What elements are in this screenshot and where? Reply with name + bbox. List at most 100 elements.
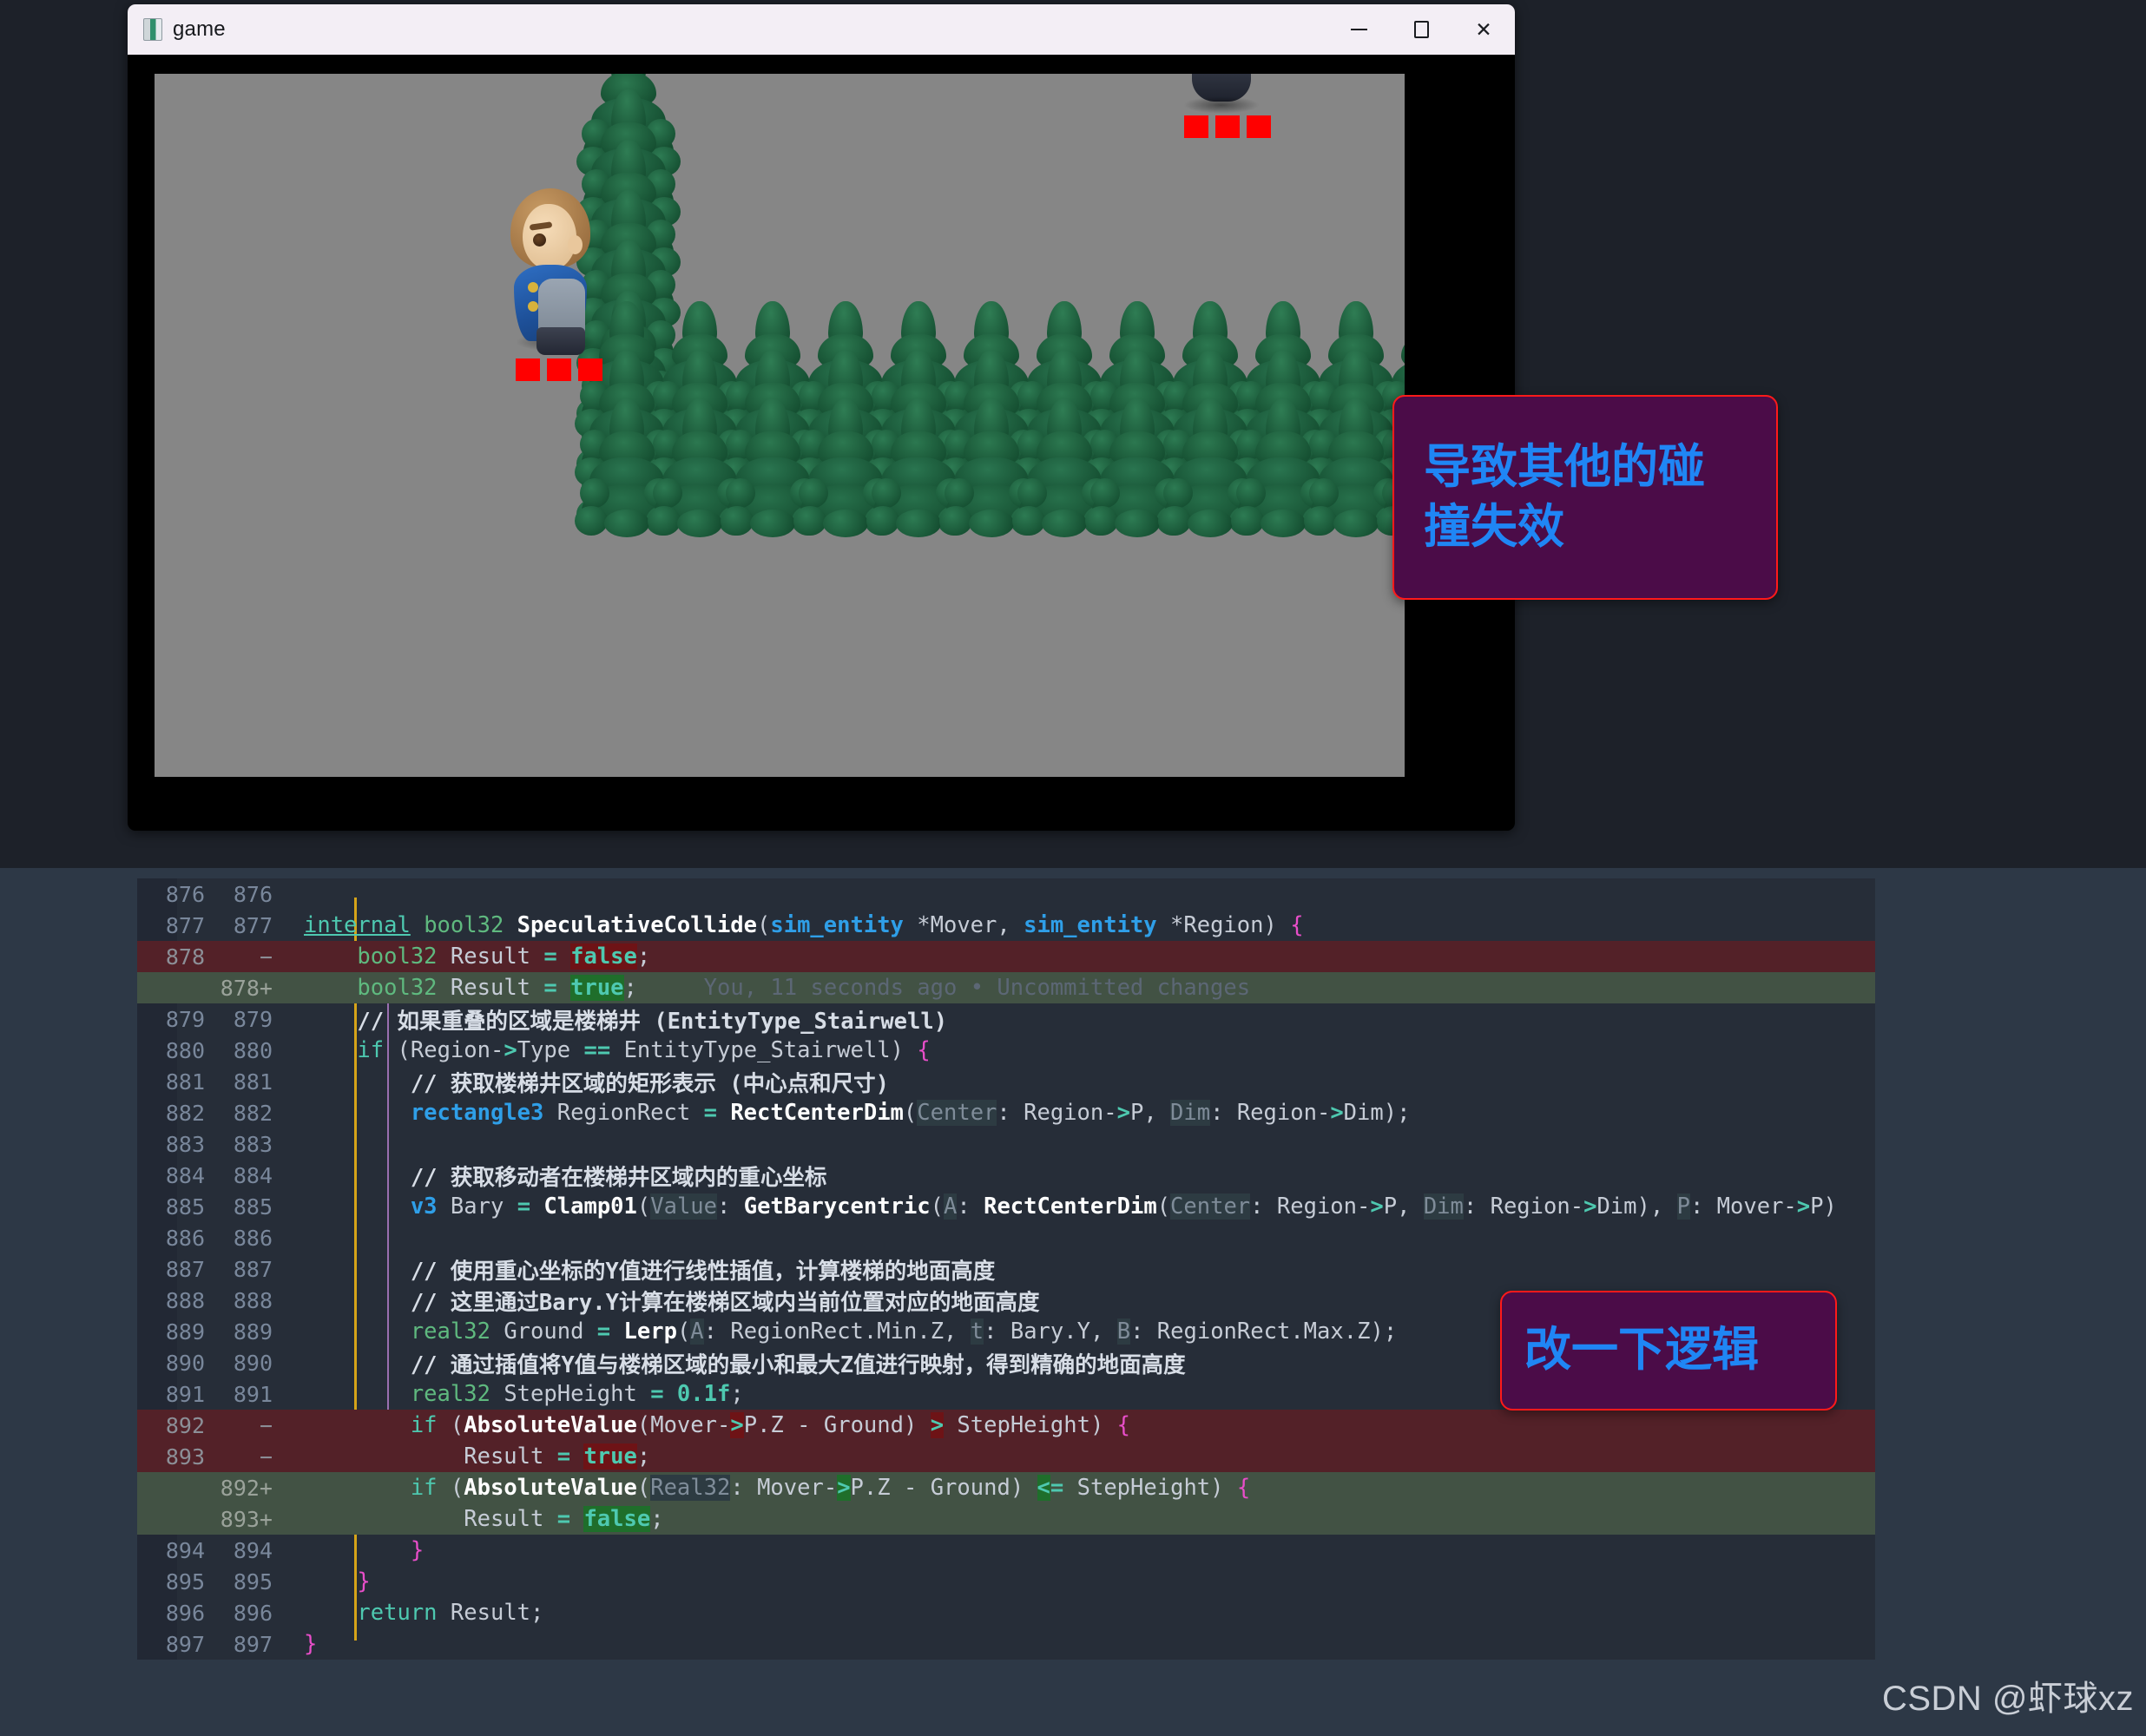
code-line[interactable]: if (AbsoluteValue(Real32: Mover->P.Z - G… [288,1475,1250,1501]
line-number-old: 892 [165,1412,205,1438]
line-number-new: 890 [233,1350,273,1376]
diff-row[interactable]: 892+ if (AbsoluteValue(Real32: Mover->P.… [137,1472,1875,1503]
diff-row[interactable]: 880 880 if (Region->Type == EntityType_St… [137,1035,1875,1066]
window-title-bar[interactable]: game ✕ [128,4,1515,55]
diff-row[interactable]: 894 894 } [137,1535,1875,1566]
minimize-button[interactable] [1327,4,1390,55]
line-number-new: 888 [233,1287,273,1313]
line-number-old: 885 [165,1194,205,1220]
code-line[interactable]: bool32 Result = false; [288,944,650,970]
diff-row[interactable]: 885 885 v3 Bary = Clamp01(Value: GetBaryc… [137,1191,1875,1222]
character-face [523,204,576,270]
code-line[interactable]: bool32 Result = true; You, 11 seconds ag… [288,975,1250,1001]
diff-row[interactable]: 876 876 [137,878,1875,910]
diff-row[interactable]: 881 881 // 获取楼梯井区域的矩形表示 (中心点和尺寸) [137,1066,1875,1097]
line-number-new: 887 [233,1256,273,1282]
line-number-new: 884 [233,1162,273,1188]
diff-row[interactable]: 877 877 internal bool32 SpeculativeCollide… [137,910,1875,941]
character-clasp-top [528,282,538,293]
code-line[interactable]: rectangle3 RegionRect = RectCenterDim(Ce… [288,1100,1410,1126]
code-line[interactable]: } [288,1631,317,1657]
diff-row[interactable]: 892 − if (AbsoluteValue(Mover->P.Z - Grou… [137,1410,1875,1441]
collision-marker [516,358,540,381]
line-number-new: 879 [233,1006,273,1032]
code-line[interactable]: } [288,1568,370,1595]
line-number-old: 884 [165,1162,205,1188]
line-number-old: 889 [165,1318,205,1345]
line-number-new: − [259,1412,273,1438]
code-line[interactable]: real32 Ground = Lerp(A: RegionRect.Min.Z… [288,1318,1397,1345]
code-line[interactable]: // 获取移动者在楼梯井区域内的重心坐标 [288,1160,827,1192]
close-button[interactable]: ✕ [1452,4,1515,55]
line-number-new: 886 [233,1225,273,1251]
code-line[interactable]: return Result; [288,1600,543,1626]
code-line[interactable]: // 使用重心坐标的Y值进行线性插值，计算楼梯的地面高度 [288,1253,995,1286]
maximize-button[interactable] [1390,4,1452,55]
diff-row[interactable]: 883 883 [137,1128,1875,1160]
diff-row[interactable]: 895 895 } [137,1566,1875,1597]
diff-row[interactable]: 884 884 // 获取移动者在楼梯井区域内的重心坐标 [137,1160,1875,1191]
blame-annotation: You, 11 seconds ago • Uncommitted change… [636,975,1251,1001]
diff-row[interactable]: 896 896 return Result; [137,1597,1875,1628]
code-line[interactable]: real32 StepHeight = 0.1f; [288,1381,744,1407]
annotation-text: 导致其他的碰撞失效 [1424,440,1705,553]
code-line[interactable]: v3 Bary = Clamp01(Value: GetBarycentric(… [288,1194,1837,1220]
diff-row[interactable]: 887 887 // 使用重心坐标的Y值进行线性插值，计算楼梯的地面高度 [137,1253,1875,1285]
line-number-new: 892+ [220,1475,273,1501]
line-number-old: 879 [165,1006,205,1032]
window-controls[interactable]: ✕ [1327,4,1515,55]
diff-row[interactable]: 893 − Result = true; [137,1441,1875,1472]
line-number-old: 891 [165,1381,205,1407]
diff-row[interactable]: 878+ bool32 Result = true; You, 11 secon… [137,972,1875,1003]
diff-row[interactable]: 897 897} [137,1628,1875,1660]
code-diff-panel[interactable]: ↶ + 876876877877internal bool32 Speculat… [137,878,1875,1660]
diff-row[interactable]: 879 879 // 如果重叠的区域是楼梯井 (EntityType_Stairw… [137,1003,1875,1035]
character-boots [536,327,585,355]
collision-marker [1184,115,1208,138]
line-number-new: 882 [233,1100,273,1126]
line-number-old: 880 [165,1037,205,1063]
csdn-watermark: CSDN @虾球xz [1881,1680,2134,1718]
line-number-new: 885 [233,1194,273,1220]
diff-row[interactable]: 882 882 rectangle3 RegionRect = RectCente… [137,1097,1875,1128]
line-number-new: 895 [233,1568,273,1595]
code-line[interactable]: if (AbsoluteValue(Mover->P.Z - Ground) >… [288,1412,1130,1438]
diff-row[interactable]: 893+ Result = false; [137,1503,1875,1535]
line-number-new: 896 [233,1600,273,1626]
line-number-old: 894 [165,1537,205,1563]
collision-marker [1247,115,1271,138]
diff-row[interactable]: 878 − bool32 Result = false; [137,941,1875,972]
code-line[interactable]: // 这里通过Bary.Y计算在楼梯区域内当前位置对应的地面高度 [288,1285,1040,1317]
line-number-old: 883 [165,1131,205,1157]
line-number-old: 890 [165,1350,205,1376]
code-line[interactable]: // 如果重叠的区域是楼梯井 (EntityType_Stairwell) [288,1003,947,1036]
line-number-new: 894 [233,1537,273,1563]
line-number-old: 876 [165,881,205,907]
game-viewport[interactable] [155,74,1405,777]
line-number-new: 878+ [220,975,273,1001]
line-number-old: 877 [165,912,205,938]
game-window[interactable]: game ✕ [128,4,1515,831]
collision-marker [578,358,602,381]
collision-marker [1215,115,1240,138]
character-eye [533,233,546,247]
code-line[interactable]: internal bool32 SpeculativeCollide(sim_e… [288,912,1304,938]
line-number-new: 880 [233,1037,273,1063]
code-line[interactable]: } [288,1537,424,1563]
line-number-old: 886 [165,1225,205,1251]
code-line[interactable]: Result = false; [288,1506,664,1532]
line-number-old: 887 [165,1256,205,1282]
diff-row[interactable]: 886 886 [137,1222,1875,1253]
code-line[interactable]: // 通过插值将Y值与楼梯区域的最小和最大Z值进行映射，得到精确的地面高度 [288,1347,1186,1379]
diff-rows: 876 876 877 877 internal bool32 SpeculativeC… [137,878,1875,1660]
code-line[interactable]: // 获取楼梯井区域的矩形表示 (中心点和尺寸) [288,1066,889,1098]
line-number-new: − [259,944,273,970]
line-number-old: 888 [165,1287,205,1313]
code-line[interactable]: Result = true; [288,1443,650,1470]
far-character-shadow [1183,96,1260,114]
line-number-new: 891 [233,1381,273,1407]
line-number-old: 893 [165,1443,205,1470]
code-line[interactable]: if (Region->Type == EntityType_Stairwell… [288,1037,930,1063]
line-number-old: 882 [165,1100,205,1126]
window-title: game [173,17,226,41]
